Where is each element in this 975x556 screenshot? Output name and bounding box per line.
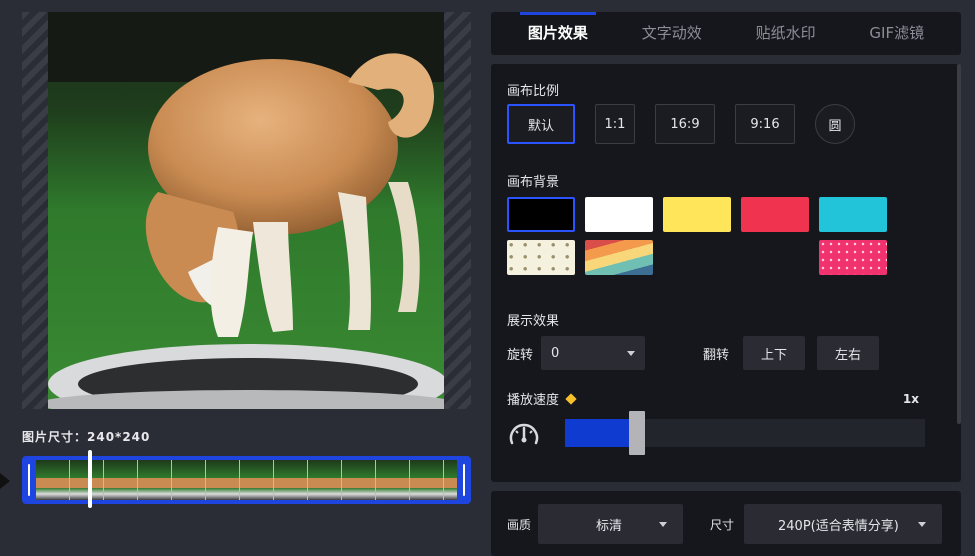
timeline-frame-thumbnail[interactable] (376, 460, 410, 500)
ratio-circle-button[interactable]: 圆 (815, 104, 855, 144)
ratio-1-1-button[interactable]: 1:1 (595, 104, 635, 144)
timeline-frame-thumbnail[interactable] (36, 460, 70, 500)
output-size-select[interactable]: 240P(适合表情分享) (744, 504, 942, 544)
display-effect-title: 展示效果 (507, 314, 560, 329)
quality-label: 画质 (507, 518, 532, 532)
swatch-red[interactable] (741, 197, 809, 232)
timeline-frame-thumbnail[interactable] (104, 460, 138, 500)
swatch-plaid[interactable] (741, 240, 809, 275)
timeline-frame-thumbnail[interactable] (138, 460, 172, 500)
rotate-select-value: 0 (551, 345, 560, 361)
timeline-frame-thumbnail[interactable] (70, 460, 104, 500)
image-effect-panel: 画布比例 默认 1:1 16:9 9:16 圆 画布背景 展示效果 旋转 0 翻… (491, 64, 961, 482)
output-size-select-value: 240P(适合表情分享) (778, 518, 899, 534)
playback-speed-knob[interactable] (629, 411, 645, 455)
ratio-default-button[interactable]: 默认 (507, 104, 575, 144)
output-settings-bar: 画质 标清 尺寸 240P(适合表情分享) (491, 491, 961, 556)
timeline-frame-thumbnail[interactable] (274, 460, 308, 500)
playback-speed-slider[interactable] (565, 411, 925, 455)
playback-speed-title: 播放速度 (507, 393, 560, 408)
timeline-track[interactable] (36, 460, 457, 500)
chevron-down-icon (918, 521, 926, 527)
timeline-frames (36, 460, 457, 500)
display-effect-controls: 旋转 0 翻转 上下 左右 (507, 336, 947, 370)
timeline-pointer-icon (0, 473, 10, 489)
swatch-pink-dots[interactable] (819, 240, 887, 275)
flip-horizontal-button[interactable]: 左右 (817, 336, 880, 370)
canvas-ratio-title: 画布比例 (507, 84, 560, 99)
timeline-frame-thumbnail[interactable] (206, 460, 240, 500)
swatch-yellow[interactable] (663, 197, 731, 232)
trim-handle-left[interactable] (28, 464, 30, 496)
gif-preview-image (48, 12, 444, 409)
speedometer-icon (509, 423, 539, 445)
image-size-label: 图片尺寸：240*240 (22, 430, 151, 444)
canvas-preview-area (22, 12, 471, 409)
swatch-doodle-pattern[interactable] (507, 240, 575, 275)
tab-sticker-watermark[interactable]: 贴纸水印 (748, 12, 824, 55)
swatch-rainbow-stripes[interactable] (585, 240, 653, 275)
chevron-down-icon (627, 350, 636, 356)
playback-speed-header: 播放速度 1x (507, 389, 919, 409)
timeline-frame-thumbnail[interactable] (308, 460, 342, 500)
canvas-background-title: 画布背景 (507, 175, 560, 190)
timeline-frame-thumbnail[interactable] (410, 460, 444, 500)
swatch-black[interactable] (507, 197, 575, 232)
playback-speed-fill (565, 419, 637, 447)
ratio-16-9-button[interactable]: 16:9 (655, 104, 715, 144)
canvas-ratio-options: 默认 1:1 16:9 9:16 圆 (507, 104, 855, 144)
timeline-playhead[interactable] (88, 450, 92, 508)
swatch-pink-grid[interactable] (663, 240, 731, 275)
timeline-frame-thumbnail[interactable] (172, 460, 206, 500)
quality-select[interactable]: 标清 (538, 504, 683, 544)
chevron-down-icon (659, 521, 667, 527)
swatch-cyan[interactable] (819, 197, 887, 232)
panel-scrollbar[interactable] (957, 64, 961, 424)
flip-label: 翻转 (703, 347, 730, 363)
tab-gif-filter[interactable]: GIF滤镜 (861, 12, 932, 55)
timeline-frame-thumbnail[interactable] (342, 460, 376, 500)
quality-select-value: 标清 (596, 518, 623, 534)
ratio-9-16-button[interactable]: 9:16 (735, 104, 795, 144)
rotate-label: 旋转 (507, 347, 534, 363)
trim-handle-right[interactable] (463, 464, 465, 496)
playback-speed-value: 1x (902, 391, 919, 406)
tab-text-animation[interactable]: 文字动效 (634, 12, 710, 55)
timeline-frame-thumbnail[interactable] (240, 460, 274, 500)
effect-tabs: 图片效果 文字动效 贴纸水印 GIF滤镜 (491, 12, 961, 55)
flip-vertical-button[interactable]: 上下 (743, 336, 806, 370)
vip-diamond-icon (565, 392, 577, 405)
size-label: 尺寸 (710, 518, 735, 532)
canvas-background-swatches (507, 197, 887, 275)
swatch-white[interactable] (585, 197, 653, 232)
dog-image (48, 12, 444, 409)
rotate-select[interactable]: 0 (541, 336, 646, 370)
tab-image-effect[interactable]: 图片效果 (519, 12, 596, 55)
timeline-frame-thumbnail[interactable] (444, 460, 457, 500)
